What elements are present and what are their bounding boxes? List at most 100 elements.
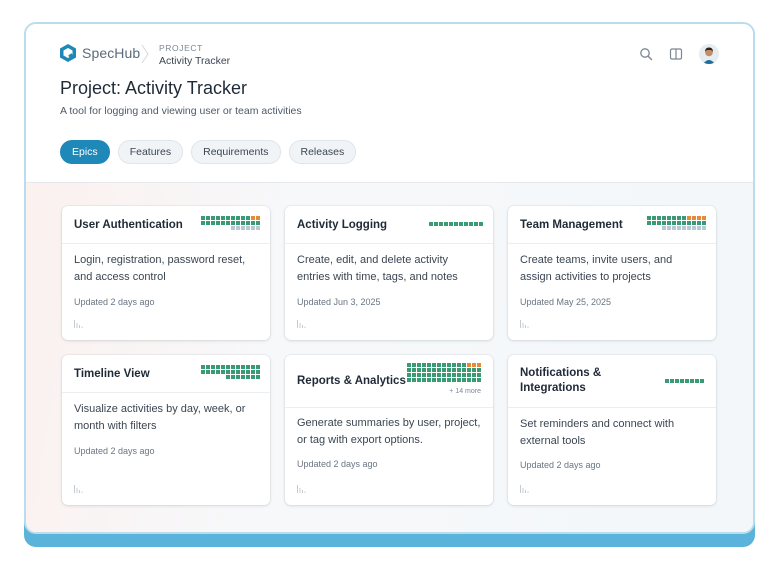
status-cell	[692, 216, 696, 220]
status-cell	[246, 221, 250, 225]
status-cell	[472, 378, 476, 382]
status-cell	[447, 373, 451, 377]
search-icon[interactable]	[639, 47, 653, 61]
status-cell	[434, 222, 438, 226]
status-cell	[407, 363, 411, 367]
status-cell	[236, 226, 240, 230]
status-cell	[231, 226, 235, 230]
status-cell	[462, 378, 466, 382]
status-cell	[697, 226, 701, 230]
status-cell	[417, 378, 421, 382]
app-logo[interactable]: SpecHub	[60, 44, 140, 62]
status-cell	[429, 222, 433, 226]
breadcrumb-section: PROJECT	[159, 43, 203, 53]
status-cell	[417, 373, 421, 377]
status-cell	[472, 373, 476, 377]
status-cell	[422, 368, 426, 372]
status-cell	[236, 365, 240, 369]
status-cell	[675, 379, 679, 383]
card-description: Visualize activities by day, week, or mo…	[74, 403, 246, 432]
status-cell	[226, 221, 230, 225]
status-cell	[211, 216, 215, 220]
status-cell	[464, 222, 468, 226]
status-cell	[422, 363, 426, 367]
card-description: Set reminders and connect with external …	[520, 418, 675, 447]
status-cell	[677, 226, 681, 230]
epic-card-reports-analytics[interactable]: Reports & Analytics + 14 more Generate s…	[285, 355, 493, 505]
status-cell	[211, 370, 215, 374]
status-cell	[452, 378, 456, 382]
status-cell	[472, 363, 476, 367]
status-grid	[647, 216, 706, 230]
tab-releases[interactable]: Releases	[288, 140, 357, 164]
status-cell	[256, 221, 260, 225]
status-cell	[702, 216, 706, 220]
breadcrumb-current[interactable]: Activity Tracker	[159, 55, 230, 67]
breadcrumb: PROJECT Activity Tracker	[159, 43, 230, 67]
status-cell	[682, 216, 686, 220]
status-cell	[477, 368, 481, 372]
status-cell	[687, 221, 691, 225]
status-cell	[432, 373, 436, 377]
columns-icon[interactable]	[669, 47, 683, 61]
status-cell	[462, 373, 466, 377]
activity-bars-icon	[297, 320, 306, 328]
status-cell	[459, 222, 463, 226]
status-cell	[662, 216, 666, 220]
status-cell	[216, 221, 220, 225]
tab-features[interactable]: Features	[117, 140, 184, 164]
epic-card-timeline-view[interactable]: Timeline View Visualize activities by da…	[62, 355, 270, 505]
epic-card-team-management[interactable]: Team Management Create teams, invite use…	[508, 206, 716, 340]
status-cell	[452, 363, 456, 367]
status-cell	[647, 216, 651, 220]
card-updated: Updated Jun 3, 2025	[297, 297, 381, 307]
status-cell	[662, 226, 666, 230]
status-cell	[442, 373, 446, 377]
status-cell	[477, 373, 481, 377]
card-header: User Authentication	[62, 206, 270, 244]
status-cell	[457, 368, 461, 372]
user-avatar[interactable]	[699, 44, 719, 64]
status-cell	[462, 368, 466, 372]
tab-epics[interactable]: Epics	[60, 140, 110, 164]
app-window: SpecHub PROJECT Activity Tracker Project…	[24, 22, 755, 534]
status-cell	[682, 221, 686, 225]
epic-card-notifications-integrations[interactable]: Notifications & Integrations Set reminde…	[508, 355, 716, 505]
status-cell	[256, 216, 260, 220]
status-cell	[442, 378, 446, 382]
tab-requirements[interactable]: Requirements	[191, 140, 281, 164]
status-cell	[467, 368, 471, 372]
status-cell	[692, 221, 696, 225]
status-cell	[657, 221, 661, 225]
status-cell	[226, 370, 230, 374]
status-grid	[201, 216, 260, 230]
status-cell	[652, 216, 656, 220]
status-cell	[201, 221, 205, 225]
status-cell	[206, 221, 210, 225]
status-cell	[241, 375, 245, 379]
status-cell	[251, 370, 255, 374]
status-cell	[211, 221, 215, 225]
status-cell	[667, 226, 671, 230]
epic-card-activity-logging[interactable]: Activity Logging Create, edit, and delet…	[285, 206, 493, 340]
status-cell	[231, 370, 235, 374]
status-cell	[236, 370, 240, 374]
status-cell	[407, 368, 411, 372]
status-cell	[449, 222, 453, 226]
card-header: Activity Logging	[285, 206, 493, 244]
epic-card-user-authentication[interactable]: User Authentication Login, registration,…	[62, 206, 270, 340]
status-cell	[206, 370, 210, 374]
status-cell	[211, 365, 215, 369]
status-cell	[221, 221, 225, 225]
page-title: Project: Activity Tracker	[60, 78, 248, 98]
status-cell	[256, 375, 260, 379]
status-cell	[652, 221, 656, 225]
status-cell	[417, 368, 421, 372]
status-cell	[256, 226, 260, 230]
status-cell	[452, 373, 456, 377]
status-cell	[246, 375, 250, 379]
status-cell	[447, 363, 451, 367]
card-header: Timeline View	[62, 355, 270, 393]
status-cell	[412, 378, 416, 382]
status-cell	[692, 226, 696, 230]
